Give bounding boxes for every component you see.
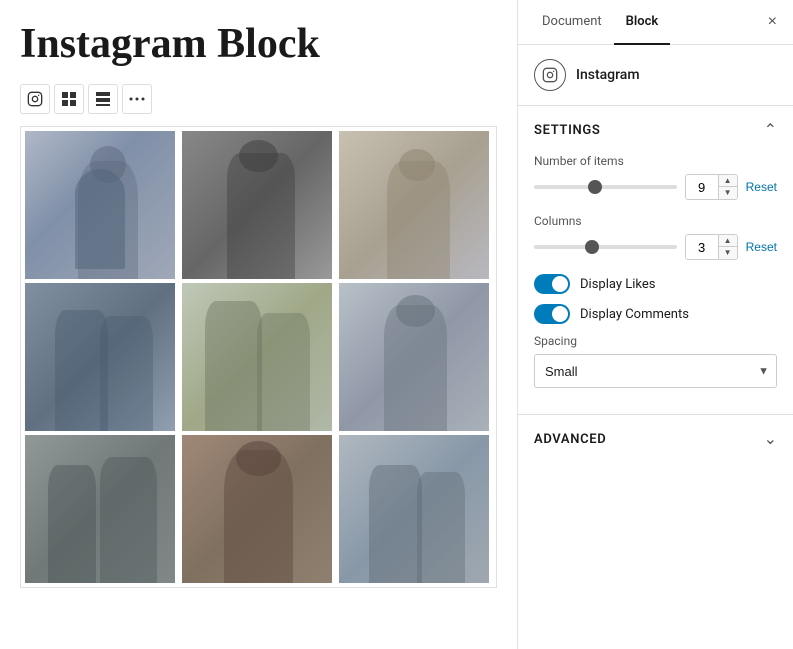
layout-grid-btn[interactable] <box>54 84 84 114</box>
settings-toggle[interactable]: ⌃ <box>764 120 777 140</box>
grid-item-5 <box>182 283 332 431</box>
display-comments-row: Display Comments <box>534 304 777 324</box>
number-of-items-input-wrap: ▲ ▼ <box>685 174 738 200</box>
grid-item-1 <box>25 131 175 279</box>
spacing-label: Spacing <box>534 334 777 348</box>
block-header: Instagram <box>518 45 793 106</box>
number-of-items-row: ▲ ▼ Reset <box>534 174 777 200</box>
number-of-items-input[interactable] <box>686 175 718 199</box>
spacing-select[interactable]: Small Medium Large None <box>534 354 777 388</box>
instagram-block-icon <box>534 59 566 91</box>
columns-control: Columns ▲ ▼ Reset <box>534 214 777 260</box>
page-title: Instagram Block <box>20 20 497 68</box>
display-comments-label: Display Comments <box>580 307 689 322</box>
grid-item-8 <box>182 435 332 583</box>
grid-item-9 <box>339 435 489 583</box>
columns-slider[interactable] <box>534 245 677 249</box>
more-options-btn[interactable] <box>122 84 152 114</box>
settings-section-header: Settings ⌃ <box>518 106 793 150</box>
main-content: Instagram Block <box>0 0 517 649</box>
sidebar-tabs: Document Block × <box>518 0 793 45</box>
grid-item-4 <box>25 283 175 431</box>
sidebar: Document Block × Instagram Settings ⌃ Nu… <box>517 0 793 649</box>
block-label: Instagram <box>576 67 640 83</box>
grid-item-3 <box>339 131 489 279</box>
display-comments-toggle[interactable] <box>534 304 570 324</box>
number-of-items-reset[interactable]: Reset <box>746 180 777 194</box>
settings-title: Settings <box>534 123 600 138</box>
columns-reset[interactable]: Reset <box>746 240 777 254</box>
columns-input[interactable] <box>686 235 718 259</box>
instagram-icon-btn[interactable] <box>20 84 50 114</box>
block-toolbar <box>20 84 497 114</box>
columns-down[interactable]: ▼ <box>719 247 737 259</box>
spacing-select-wrap: Small Medium Large None ▼ <box>534 354 777 388</box>
display-likes-row: Display Likes <box>534 274 777 294</box>
tab-document[interactable]: Document <box>530 0 614 45</box>
advanced-title: Advanced <box>534 432 606 447</box>
number-of-items-control: Number of items ▲ ▼ Reset <box>534 154 777 200</box>
image-grid <box>20 126 497 588</box>
columns-input-wrap: ▲ ▼ <box>685 234 738 260</box>
number-of-items-spinners: ▲ ▼ <box>718 175 737 199</box>
settings-body: Number of items ▲ ▼ Reset Columns <box>518 150 793 414</box>
number-of-items-label: Number of items <box>534 154 777 168</box>
columns-row: ▲ ▼ Reset <box>534 234 777 260</box>
advanced-section[interactable]: Advanced ⌄ <box>518 415 793 463</box>
spacing-control: Spacing Small Medium Large None ▼ <box>534 334 777 388</box>
number-of-items-slider[interactable] <box>534 185 677 189</box>
tab-block[interactable]: Block <box>614 0 671 45</box>
display-likes-toggle[interactable] <box>534 274 570 294</box>
display-likes-label: Display Likes <box>580 277 655 292</box>
columns-up[interactable]: ▲ <box>719 235 737 247</box>
number-of-items-down[interactable]: ▼ <box>719 187 737 199</box>
grid-item-2 <box>182 131 332 279</box>
layout-list-btn[interactable] <box>88 84 118 114</box>
advanced-toggle[interactable]: ⌄ <box>764 429 777 449</box>
close-button[interactable]: × <box>764 9 781 35</box>
columns-spinners: ▲ ▼ <box>718 235 737 259</box>
number-of-items-up[interactable]: ▲ <box>719 175 737 187</box>
grid-item-6 <box>339 283 489 431</box>
columns-label: Columns <box>534 214 777 228</box>
grid-item-7 <box>25 435 175 583</box>
